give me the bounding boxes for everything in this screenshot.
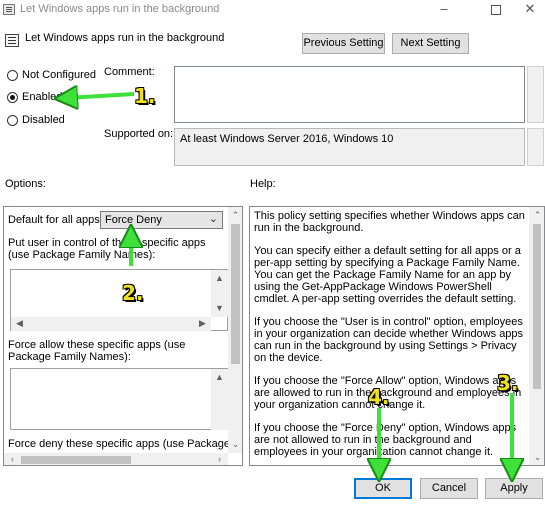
policy-icon xyxy=(3,4,15,15)
help-paragraph: This policy setting specifies whether Wi… xyxy=(254,210,525,234)
help-paragraph: If you choose the "User is in control" o… xyxy=(254,316,524,364)
default-for-all-apps-label: Default for all apps: xyxy=(8,214,103,226)
user-control-label: Put user in control of these specific ap… xyxy=(8,237,206,261)
comment-scrollbar[interactable] xyxy=(527,66,544,123)
cancel-button[interactable]: Cancel xyxy=(420,478,478,499)
help-vscroll[interactable]: ⌃ ⌄ xyxy=(529,207,544,465)
force-deny-label: Force deny these specific apps (use Pack… xyxy=(8,438,243,450)
annotation-step-1: 1. xyxy=(134,84,156,108)
radio-not-configured-label: Not Configured xyxy=(22,69,96,81)
options-vscroll[interactable]: ⌃ ⌄ xyxy=(228,207,242,453)
user-control-hscroll[interactable]: ◀ ▶ xyxy=(11,317,211,331)
supported-on-field: At least Windows Server 2016, Windows 10 xyxy=(174,128,525,166)
next-setting-button[interactable]: Next Setting xyxy=(392,33,469,54)
title-bar: Let Windows apps run in the background –… xyxy=(0,0,545,20)
options-panel: Default for all apps: Force Deny ⌄ Put u… xyxy=(3,206,243,466)
supported-on-value: At least Windows Server 2016, Windows 10 xyxy=(180,133,394,145)
window-title: Let Windows apps run in the background xyxy=(20,3,220,15)
minimize-icon[interactable]: – xyxy=(426,0,462,20)
force-allow-list[interactable]: ▲ xyxy=(10,368,228,430)
radio-disabled-dot[interactable] xyxy=(7,115,18,126)
maximize-icon[interactable] xyxy=(478,0,514,20)
force-allow-vscroll[interactable]: ▲ xyxy=(211,369,228,430)
user-control-vscroll[interactable]: ▲ ▼ xyxy=(211,270,228,317)
close-icon[interactable]: ✕ xyxy=(512,0,545,20)
user-control-list[interactable]: ▲ ▼ ◀ ▶ xyxy=(10,269,228,331)
setting-name: Let Windows apps run in the background xyxy=(25,32,225,44)
supported-scrollbar[interactable] xyxy=(527,128,544,166)
previous-setting-button[interactable]: Previous Setting xyxy=(302,33,385,54)
annotation-step-2: 2. xyxy=(122,281,144,305)
radio-not-configured[interactable]: Not Configured xyxy=(6,68,96,84)
annotation-step-4: 4. xyxy=(368,385,390,409)
options-label: Options: xyxy=(5,178,46,190)
radio-disabled-label: Disabled xyxy=(22,114,65,126)
annotation-step-3: 3. xyxy=(497,371,519,395)
chevron-down-icon[interactable]: ⌄ xyxy=(209,212,218,225)
help-label: Help: xyxy=(250,178,276,190)
radio-enabled-dot[interactable] xyxy=(7,92,18,103)
default-for-all-apps-select[interactable]: Force Deny ⌄ xyxy=(100,211,223,229)
options-hscroll[interactable]: ‹ › xyxy=(4,453,228,465)
help-text: This policy setting specifies whether Wi… xyxy=(254,210,526,465)
force-allow-label: Force allow these specific apps (use Pac… xyxy=(8,339,186,363)
apply-button[interactable]: Apply xyxy=(485,478,543,499)
radio-enabled-label: Enabled xyxy=(22,91,63,103)
default-for-all-apps-value: Force Deny xyxy=(105,214,162,226)
help-paragraph: If you choose the "Force Deny" option, W… xyxy=(254,422,517,458)
radio-disabled[interactable]: Disabled xyxy=(6,113,96,129)
policy-icon xyxy=(5,34,19,47)
radio-enabled[interactable]: Enabled xyxy=(6,90,96,106)
help-paragraph: You can specify either a default setting… xyxy=(254,245,521,305)
help-panel: This policy setting specifies whether Wi… xyxy=(249,206,545,466)
ok-button[interactable]: OK xyxy=(354,478,412,499)
help-paragraph: If you choose the "Force Allow" option, … xyxy=(254,375,522,411)
comment-field[interactable] xyxy=(174,66,525,123)
comment-label: Comment: xyxy=(104,66,155,78)
radio-not-configured-dot[interactable] xyxy=(7,70,18,81)
supported-on-label: Supported on: xyxy=(104,128,174,140)
